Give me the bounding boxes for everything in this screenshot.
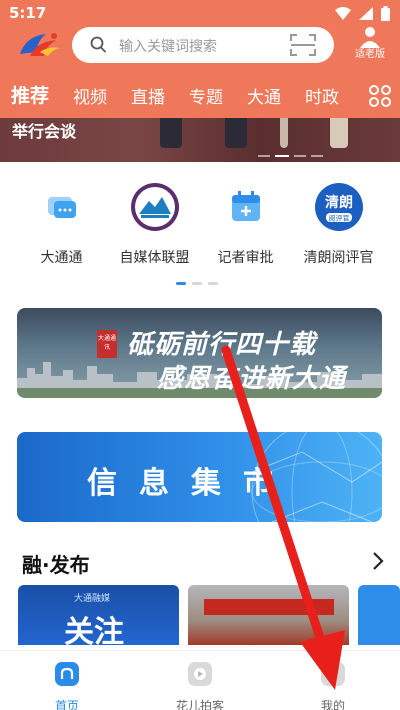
quick-entry-qinglang-reviewer[interactable]: 清朗 阅评官 清朗阅评官 (291, 175, 386, 267)
tab-datong[interactable]: 大通 (247, 83, 281, 108)
chat-bubble-icon (47, 197, 76, 218)
release-card[interactable] (188, 585, 349, 645)
card-title: 关注 (64, 615, 124, 645)
tab-politics[interactable]: 时政 (305, 83, 339, 108)
home-icon (55, 662, 79, 686)
banner-figure (330, 118, 348, 148)
quick-entry-datongtong[interactable]: 大通通 (14, 175, 109, 267)
chevron-right-icon[interactable] (372, 551, 384, 571)
search-placeholder: 输入关键词搜索 (119, 39, 217, 55)
quick-entry-label: 自媒体联盟 (119, 250, 190, 266)
more-channels-icon[interactable] (368, 84, 392, 108)
card-brand: 大通融媒 (74, 594, 111, 604)
promo-headline-2: 感恩奋进新大通 (157, 364, 347, 394)
search-box[interactable]: 输入关键词搜索 (72, 27, 334, 63)
channel-tabs: 推荐 视频 直播 专题 大通 时政 (0, 80, 400, 114)
promo-headline-1: 砥砺前行四十载 (127, 330, 317, 360)
status-time: 5:17 (9, 4, 47, 22)
banner-figure (225, 118, 247, 148)
wifi-icon (335, 7, 351, 20)
promo-banner-anniversary[interactable]: 大通通讯 砥砺前行四十载 感恩奋进新大通 (17, 308, 382, 398)
banner-caption: 举行会谈 (12, 122, 77, 141)
quick-entry-grid: 大通通 自媒体联盟 记者审批 清朗 阅评官 清朗阅评官 (0, 175, 400, 270)
card-red-banner (204, 599, 334, 615)
qinglang-badge-icon: 清朗 阅评官 (314, 183, 363, 231)
status-bar: 5:17 (0, 0, 400, 26)
battery-icon (381, 6, 390, 21)
calendar-plus-icon (231, 191, 260, 221)
release-card[interactable]: 大通融媒 关注 (18, 585, 179, 645)
tab-video[interactable]: 视频 (73, 83, 107, 108)
promo-banner-info-market[interactable]: 信息集市 (17, 432, 382, 522)
elder-mode-label: 适老版 (355, 49, 385, 60)
banner-indicator (258, 155, 323, 157)
scan-icon[interactable] (290, 34, 316, 56)
elder-mode-button[interactable]: 适老版 (350, 26, 390, 66)
app-header: 5:17 输入关键词搜索 适老版 推荐 视频 直播 专题 大通 时政 (0, 0, 400, 118)
tab-live[interactable]: 直播 (131, 83, 165, 108)
nav-label: 首页 (54, 699, 79, 710)
nav-label: 我的 (320, 699, 345, 710)
search-icon (90, 36, 106, 53)
promo-title: 信息集市 (87, 466, 295, 501)
quick-entry-label: 记者审批 (217, 250, 274, 266)
svg-text:清朗: 清朗 (325, 194, 353, 211)
signal-icon (359, 7, 373, 20)
nav-label: 花儿拍客 (175, 699, 224, 710)
nav-home[interactable]: 首页 (27, 661, 107, 710)
section-title: 融·发布 (22, 553, 90, 577)
profile-icon (321, 662, 345, 686)
nav-profile[interactable]: 我的 (293, 661, 373, 710)
quick-entry-media-alliance[interactable]: 自媒体联盟 (107, 175, 202, 267)
banner-figure (160, 118, 182, 148)
release-card[interactable] (358, 585, 400, 645)
nav-huaer-paike[interactable]: 花儿拍客 (160, 661, 240, 710)
quick-entry-reporter-approval[interactable]: 记者审批 (198, 175, 293, 267)
svg-text:阅评官: 阅评官 (328, 214, 349, 223)
elder-person-icon (360, 27, 380, 48)
quick-entry-label: 大通通 (40, 250, 83, 266)
bottom-nav: 首页 花儿拍客 我的 (0, 650, 400, 710)
quick-entry-page-indicator (176, 282, 218, 285)
release-cards: 大通融媒 关注 (0, 585, 400, 645)
tab-recommend[interactable]: 推荐 (11, 81, 49, 108)
tab-topic[interactable]: 专题 (189, 83, 223, 108)
mountain-emblem-icon (130, 183, 179, 231)
app-logo (20, 33, 60, 56)
quick-entry-label: 清朗阅评官 (303, 250, 374, 266)
banner-figure (280, 118, 288, 148)
video-play-icon (188, 662, 212, 686)
promo-badge: 大通通讯 (97, 330, 117, 358)
status-icons (335, 6, 390, 21)
